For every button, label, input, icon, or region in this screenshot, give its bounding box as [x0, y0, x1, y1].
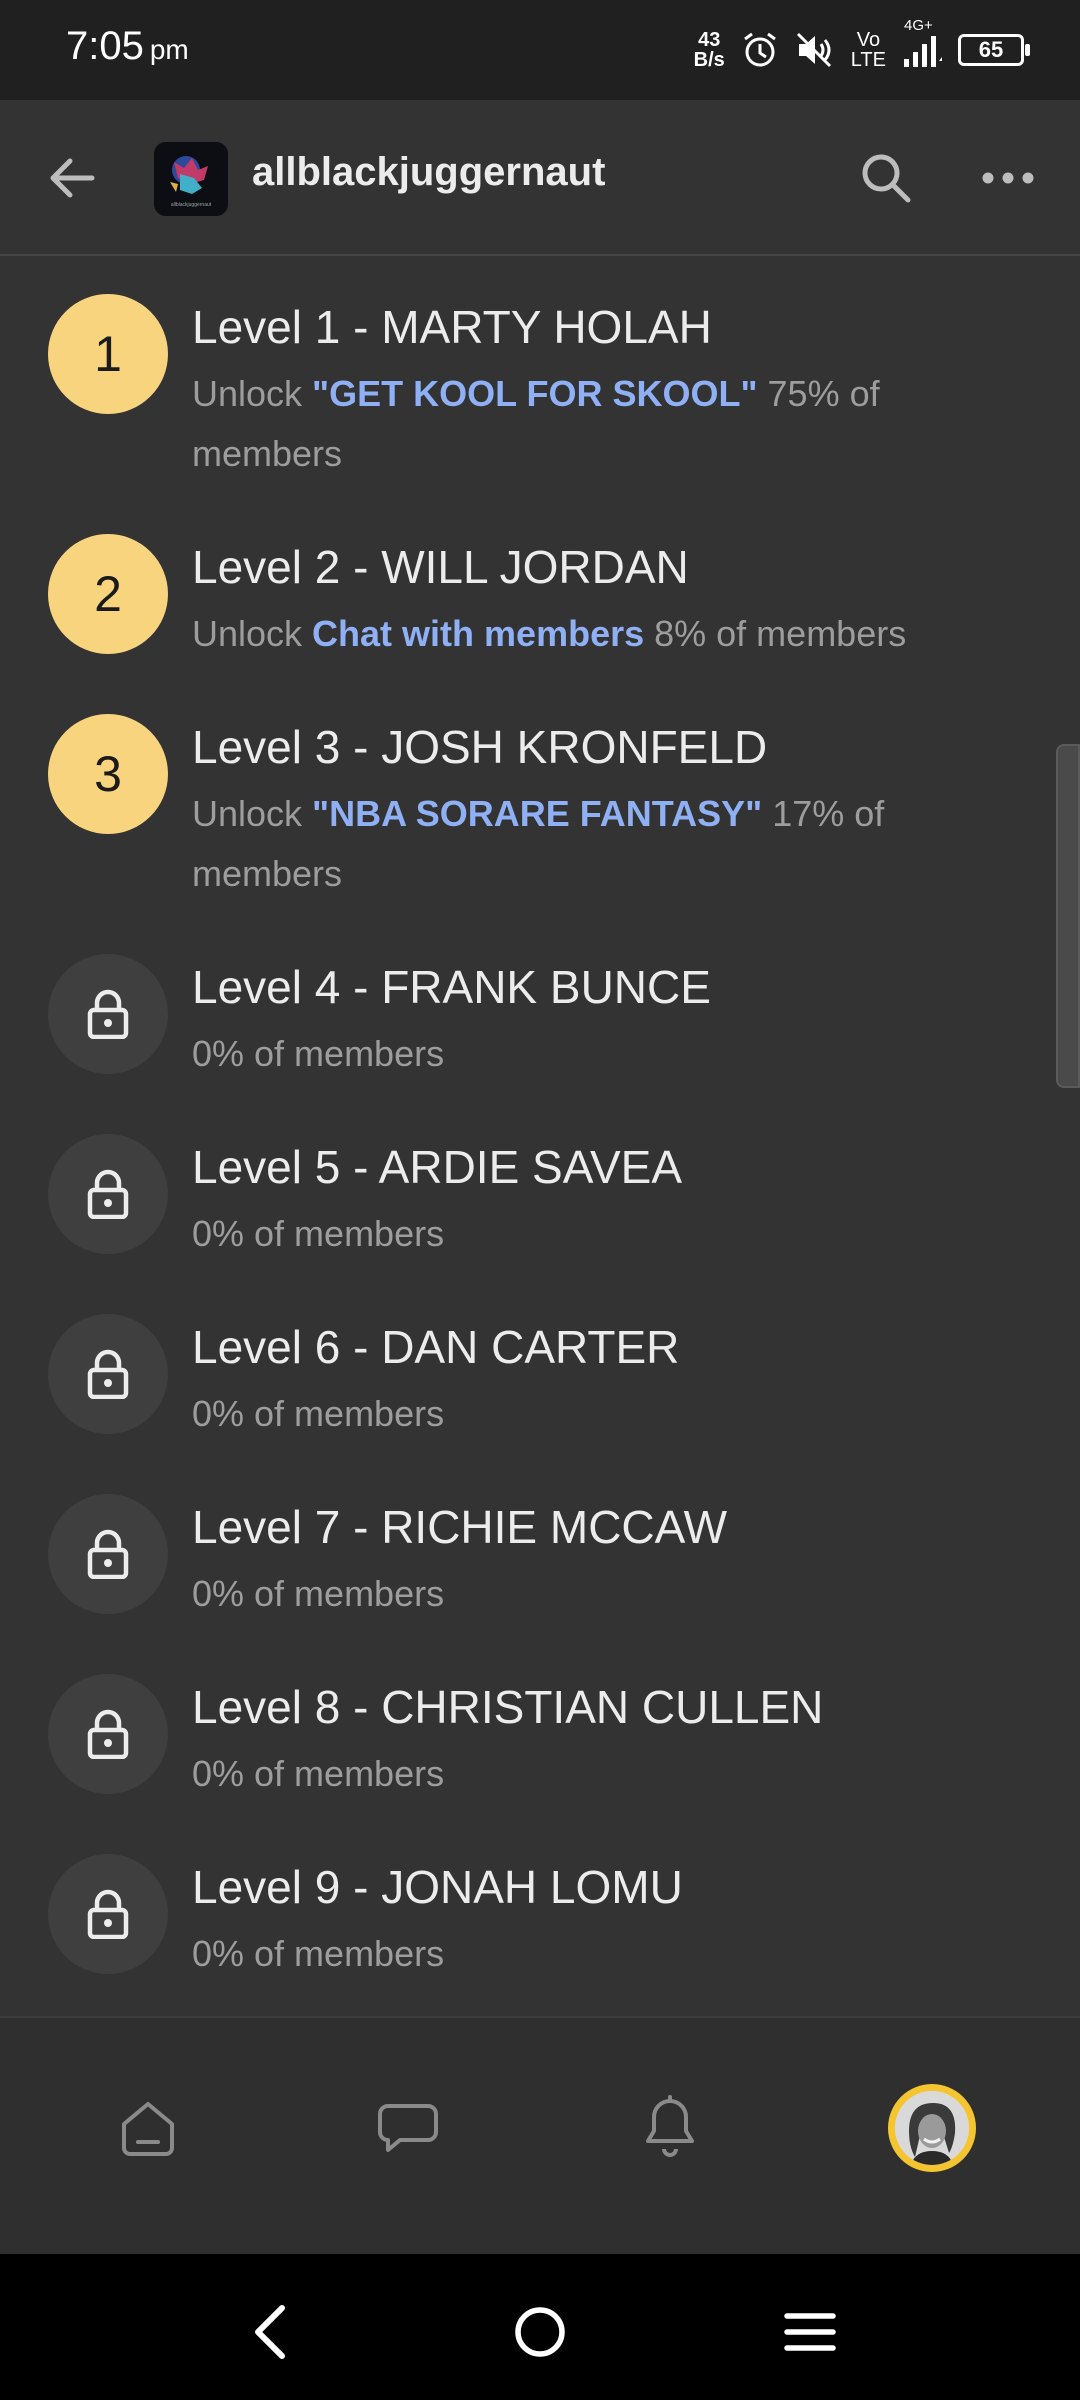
- level-title: Level 2 - WILL JORDAN: [192, 541, 689, 593]
- system-home-button[interactable]: [500, 2292, 580, 2372]
- bottom-navigation: [0, 2016, 1080, 2256]
- app-header: allblackjuggernaut allblackjuggernaut: [0, 100, 1080, 256]
- level-description: Unlock Chat with members 8% of members: [192, 613, 907, 654]
- home-icon: [122, 2102, 174, 2156]
- volte-indicator: Vo LTE: [850, 29, 886, 71]
- lock-badge: [48, 954, 168, 1074]
- more-horizontal-icon: [982, 172, 1034, 184]
- chevron-left-icon: [255, 2305, 285, 2359]
- lock-icon: [87, 1349, 129, 1399]
- level-description: Unlock "NBA SORARE FANTASY" 17% of membe…: [192, 793, 885, 894]
- lock-badge: [48, 1854, 168, 1974]
- system-navigation-bar: [0, 2254, 1080, 2400]
- nav-notifications[interactable]: [620, 2078, 720, 2178]
- svg-text:allblackjuggernaut: allblackjuggernaut: [171, 202, 212, 208]
- level-description: 0% of members: [192, 1573, 445, 1614]
- lock-icon: [87, 1709, 129, 1759]
- level-description: 0% of members: [192, 1213, 445, 1254]
- avatar: [888, 2084, 976, 2172]
- group-avatar[interactable]: allblackjuggernaut: [154, 142, 228, 216]
- clock: 7:05 pm: [66, 24, 189, 68]
- nav-home[interactable]: [98, 2078, 198, 2178]
- level-title: Level 4 - FRANK BUNCE: [192, 961, 711, 1013]
- chat-icon: [378, 2104, 438, 2152]
- lock-badge: [48, 1674, 168, 1794]
- circle-home-icon: [515, 2307, 565, 2357]
- scrollbar-thumb[interactable]: [1056, 744, 1080, 1088]
- user-photo-icon: [895, 2091, 969, 2165]
- level-title: Level 6 - DAN CARTER: [192, 1321, 680, 1373]
- system-menu-button[interactable]: [770, 2292, 850, 2372]
- search-button[interactable]: [852, 144, 920, 212]
- lock-icon: [87, 1529, 129, 1579]
- search-icon: [862, 154, 911, 203]
- level-description: 0% of members: [192, 1033, 445, 1074]
- level-badge: 3: [48, 714, 168, 834]
- status-icons: 43 B/s Vo LTE 4G+ 65: [693, 17, 1030, 80]
- group-name[interactable]: allblackjuggernaut: [252, 150, 605, 195]
- menu-icon: [784, 2313, 836, 2351]
- lock-badge: [48, 1494, 168, 1614]
- level-title: Level 8 - CHRISTIAN CULLEN: [192, 1681, 824, 1733]
- level-title: Level 3 - JOSH KRONFELD: [192, 721, 768, 773]
- level-title: Level 1 - MARTY HOLAH: [192, 301, 712, 353]
- level-title: Level 5 - ARDIE SAVEA: [192, 1141, 683, 1193]
- more-options-button[interactable]: [974, 144, 1042, 212]
- level-badge: 1: [48, 294, 168, 414]
- nav-profile[interactable]: [882, 2078, 982, 2178]
- lock-badge: [48, 1314, 168, 1434]
- network-speed: 43 B/s: [693, 29, 725, 71]
- unlock-link[interactable]: Chat with members: [312, 613, 644, 654]
- alarm-icon: [741, 31, 779, 69]
- arrow-left-icon: [50, 158, 95, 198]
- levels-list[interactable]: 1 Level 1 - MARTY HOLAH Unlock "GET KOOL…: [0, 256, 1080, 2016]
- mute-icon: [795, 31, 835, 69]
- level-description: Unlock "GET KOOL FOR SKOOL" 75% of membe…: [192, 373, 880, 474]
- lock-icon: [87, 1889, 129, 1939]
- status-bar: 7:05 pm 43 B/s Vo LTE 4G+ 65: [0, 0, 1080, 100]
- bell-icon: [646, 2095, 694, 2157]
- unlock-link[interactable]: "GET KOOL FOR SKOOL": [312, 373, 757, 414]
- battery-icon: 65: [958, 34, 1030, 66]
- lock-icon: [87, 989, 129, 1039]
- system-back-button[interactable]: [230, 2292, 310, 2372]
- back-button[interactable]: [40, 146, 104, 210]
- level-title: Level 9 - JONAH LOMU: [192, 1861, 683, 1913]
- lock-badge: [48, 1134, 168, 1254]
- level-title: Level 7 - RICHIE MCCAW: [192, 1501, 728, 1553]
- unlock-link[interactable]: "NBA SORARE FANTASY": [312, 793, 762, 834]
- level-description: 0% of members: [192, 1753, 445, 1794]
- level-description: 0% of members: [192, 1393, 445, 1434]
- signal-icon: 4G+: [902, 17, 942, 69]
- level-badge: 2: [48, 534, 168, 654]
- level-description: 0% of members: [192, 1933, 445, 1974]
- nav-chat[interactable]: [358, 2078, 458, 2178]
- lock-icon: [87, 1169, 129, 1219]
